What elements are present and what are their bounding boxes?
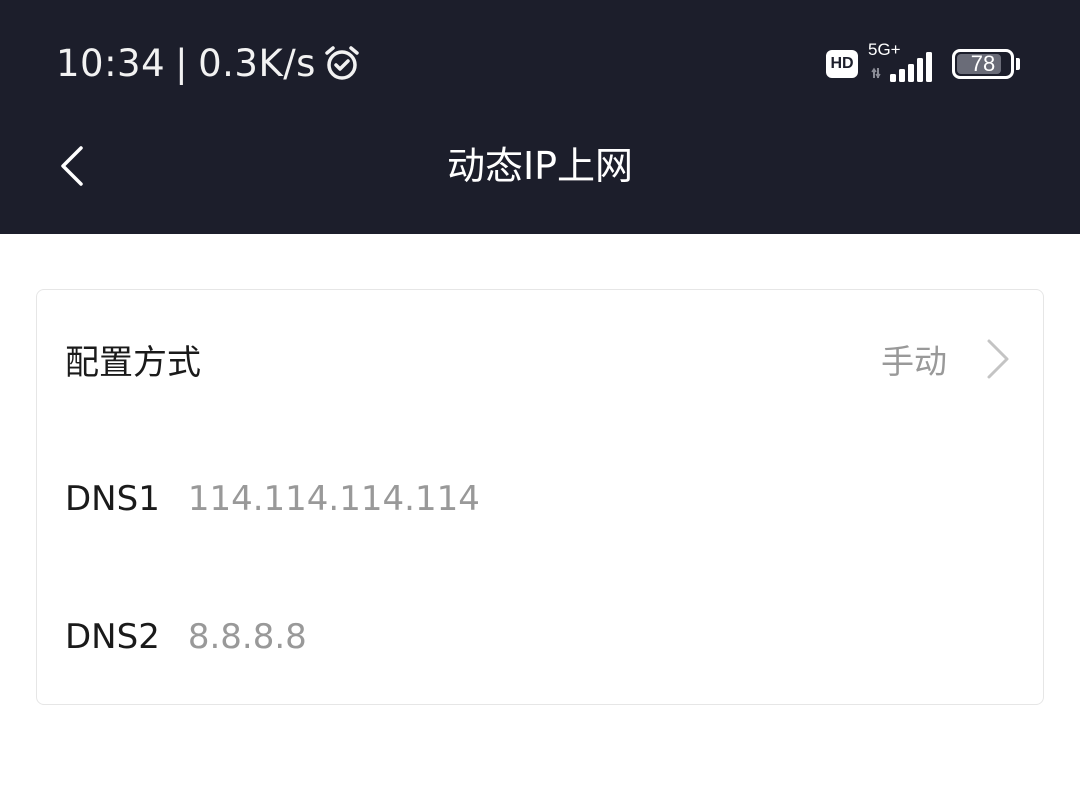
- dns1-value[interactable]: 114.114.114.114: [188, 479, 480, 519]
- dns1-label: DNS1: [65, 479, 160, 519]
- chevron-right-icon: [987, 339, 1009, 379]
- dns1-row: DNS1 114.114.114.114: [37, 464, 1043, 534]
- status-bar: 10:34 | 0.3K/s HD 5G+ 78: [0, 0, 1080, 128]
- alarm-icon: [322, 43, 362, 83]
- battery-level: 78: [970, 51, 996, 76]
- hd-icon: HD: [826, 50, 858, 78]
- config-mode-value: 手动: [881, 342, 947, 381]
- battery-tip: [1016, 58, 1020, 70]
- status-right: HD 5G+ 78: [826, 40, 1020, 86]
- battery-icon: 78: [952, 49, 1014, 79]
- dns2-value[interactable]: 8.8.8.8: [188, 617, 307, 657]
- status-separator: |: [175, 41, 189, 85]
- config-mode-row[interactable]: 配置方式 手动: [37, 324, 1043, 394]
- status-time: 10:34: [56, 41, 166, 85]
- dns2-row: DNS2 8.8.8.8: [37, 602, 1043, 672]
- config-mode-label: 配置方式: [65, 342, 201, 383]
- net-speed: 0.3K/s: [198, 41, 316, 85]
- config-mode-selector[interactable]: 手动: [881, 324, 1011, 394]
- header: 10:34 | 0.3K/s HD 5G+ 78 动态IP上网: [0, 0, 1080, 234]
- status-left: 10:34 | 0.3K/s: [56, 40, 362, 86]
- dns2-label: DNS2: [65, 617, 160, 657]
- page-title: 动态IP上网: [446, 144, 634, 188]
- settings-card: 配置方式 手动 DNS1 114.114.114.114 DNS2 8.8.8.…: [36, 289, 1044, 705]
- nav-bar: 动态IP上网: [0, 128, 1080, 204]
- signal-icon: 5G+: [868, 40, 938, 84]
